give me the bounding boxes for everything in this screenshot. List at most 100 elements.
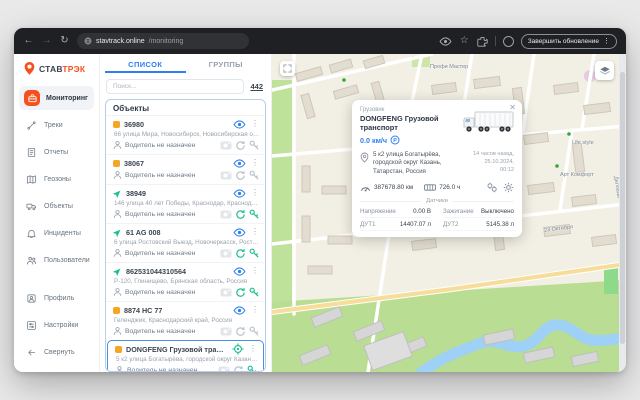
camera-icon[interactable] <box>220 248 232 258</box>
item-menu-icon[interactable]: ⋮ <box>250 267 260 275</box>
object-list-item[interactable]: 862531044310564⋮Р-120, Глинищево, Брянск… <box>106 262 265 301</box>
sidebar-item-incidents[interactable]: Инциденты <box>19 221 94 245</box>
sidebar-item-monitoring[interactable]: Мониторинг <box>19 86 94 110</box>
sidebar-item-tracks[interactable]: Треки <box>19 113 94 137</box>
sidebar-nav-bottom: Профиль Настройки Свернуть <box>19 286 94 364</box>
sensor-value: Выключено <box>481 208 514 215</box>
address-bar[interactable]: stavtrack.online/monitoring <box>77 33 249 49</box>
back-icon[interactable]: ← <box>23 36 34 46</box>
finish-update-button[interactable]: Завершить обновление ⋮ <box>521 34 617 49</box>
object-list-item[interactable]: 61 AG 008⋮6 улица Ростовский Выезд, Ново… <box>106 223 265 262</box>
map[interactable]: Профи МастерLife styleАрт Комфорт23 Октя… <box>272 54 626 372</box>
item-menu-icon[interactable]: ⋮ <box>250 189 260 197</box>
camera-icon[interactable] <box>220 140 232 150</box>
eye-icon[interactable] <box>233 228 246 237</box>
objects-count[interactable]: 442 <box>250 82 265 91</box>
key-icon[interactable] <box>249 209 260 220</box>
connection-icon[interactable] <box>235 170 246 181</box>
password-eye-icon[interactable] <box>439 37 452 46</box>
sidebar-item-reports[interactable]: Отчеты <box>19 140 94 164</box>
camera-icon[interactable] <box>218 365 230 371</box>
sidebar-item-label: Треки <box>44 122 63 129</box>
last-update-time: 14 часов назад, 25.10.2024, 00:12 <box>470 151 514 176</box>
camera-icon[interactable] <box>220 209 232 219</box>
status-moving-icon <box>113 228 122 237</box>
key-icon[interactable] <box>249 326 260 337</box>
eye-icon[interactable] <box>233 267 246 276</box>
key-icon[interactable] <box>249 248 260 259</box>
eye-icon[interactable] <box>233 306 246 315</box>
site-info-icon[interactable] <box>84 37 92 45</box>
sensor-label: ДУТ2 <box>443 221 458 228</box>
gear-icon[interactable] <box>503 182 514 193</box>
sidebar-item-profile[interactable]: Профиль <box>19 286 94 310</box>
sidebar-item-collapse[interactable]: Свернуть <box>19 340 94 364</box>
sensor-label: Зажигание <box>443 208 474 215</box>
tab-list[interactable]: СПИСОК <box>105 58 186 73</box>
key-icon[interactable] <box>249 287 260 298</box>
svg-text:P: P <box>393 138 397 144</box>
key-icon[interactable] <box>249 140 260 151</box>
objects-panel: СПИСОКГРУППЫ 442 Объекты 36980⋮66 улица … <box>100 54 272 372</box>
camera-icon[interactable] <box>220 170 232 180</box>
sensors-config-icon[interactable] <box>486 182 498 193</box>
map-layers-control[interactable] <box>595 61 614 80</box>
key-icon[interactable] <box>247 365 258 372</box>
eye-icon[interactable] <box>233 189 246 198</box>
eye-icon[interactable] <box>233 120 246 129</box>
sidebar-item-objects[interactable]: Объекты <box>19 194 94 218</box>
connection-icon[interactable] <box>233 365 244 372</box>
app-logo[interactable]: СТАВТРЭК <box>19 61 94 86</box>
odometer-icon <box>360 183 371 192</box>
camera-icon[interactable] <box>220 287 232 297</box>
sidebar-item-label: Инциденты <box>44 230 81 237</box>
object-list-item[interactable]: DONGFENG Грузовой транспорт⋮5 к2 улица Б… <box>107 340 264 371</box>
key-icon[interactable] <box>249 170 260 181</box>
status-parked-icon <box>115 346 122 353</box>
locate-target-icon[interactable] <box>232 343 244 355</box>
object-name: DONGFENG Грузовой транспорт <box>126 345 224 354</box>
sidebar-item-geozones[interactable]: Геозоны <box>19 167 94 191</box>
sidebar-item-settings[interactable]: Настройки <box>19 313 94 337</box>
sensors-divider-label: Датчики <box>426 198 448 204</box>
browser-menu-icon[interactable]: ⋮ <box>603 37 610 45</box>
object-name: 38949 <box>126 189 146 198</box>
item-menu-icon[interactable]: ⋮ <box>248 345 258 353</box>
sidebar-item-label: Пользователи <box>44 257 90 264</box>
objects-header: Объекты <box>106 100 265 115</box>
object-address: 66 улица Мира, Новосибирск, Новосибирска… <box>114 131 260 138</box>
item-menu-icon[interactable]: ⋮ <box>250 306 260 314</box>
connection-icon[interactable] <box>235 287 246 298</box>
connection-icon[interactable] <box>235 209 246 220</box>
sidebar-item-label: Объекты <box>44 203 73 210</box>
object-address: 6 улица Ростовский Выезд, Новочеркасск, … <box>114 239 260 246</box>
profile-avatar[interactable] <box>503 36 514 47</box>
tab-groups[interactable]: ГРУППЫ <box>186 58 267 73</box>
search-row: 442 <box>106 79 265 94</box>
extensions-icon[interactable] <box>477 36 488 47</box>
connection-icon[interactable] <box>235 326 246 337</box>
object-list-item[interactable]: 8874 НС 77⋮Геленджик, Краснодарский край… <box>106 301 265 340</box>
sidebar-item-users[interactable]: Пользователи <box>19 248 94 272</box>
eye-icon[interactable] <box>233 159 246 168</box>
map-collapse-control[interactable] <box>280 61 295 76</box>
forward-icon[interactable]: → <box>41 36 52 46</box>
item-menu-icon[interactable]: ⋮ <box>250 228 260 236</box>
search-input[interactable] <box>106 79 244 94</box>
vehicle-speed: 0.0 км/ч <box>360 136 387 145</box>
connection-icon[interactable] <box>235 248 246 259</box>
connection-icon[interactable] <box>235 140 246 151</box>
item-menu-icon[interactable]: ⋮ <box>250 120 260 128</box>
object-list-item[interactable]: 36980⋮66 улица Мира, Новосибирск, Новоси… <box>106 115 265 154</box>
odometer-stat: 387678.80 км <box>360 183 413 192</box>
camera-icon[interactable] <box>220 326 232 336</box>
window-scrollbar[interactable] <box>619 54 626 372</box>
reload-icon[interactable]: ↻ <box>59 36 70 46</box>
item-menu-icon[interactable]: ⋮ <box>250 159 260 167</box>
driver-status: Водитель не назначен <box>125 172 195 179</box>
object-list-item[interactable]: 38949⋮146 улица 40 лет Победы, Краснодар… <box>106 184 265 223</box>
bookmark-star-icon[interactable]: ☆ <box>459 36 470 46</box>
scrollbar-thumb[interactable] <box>620 72 625 344</box>
object-list-item[interactable]: 38067⋮Водитель не назначен <box>106 154 265 184</box>
sensor-row: Зажигание Выключено <box>443 208 514 218</box>
